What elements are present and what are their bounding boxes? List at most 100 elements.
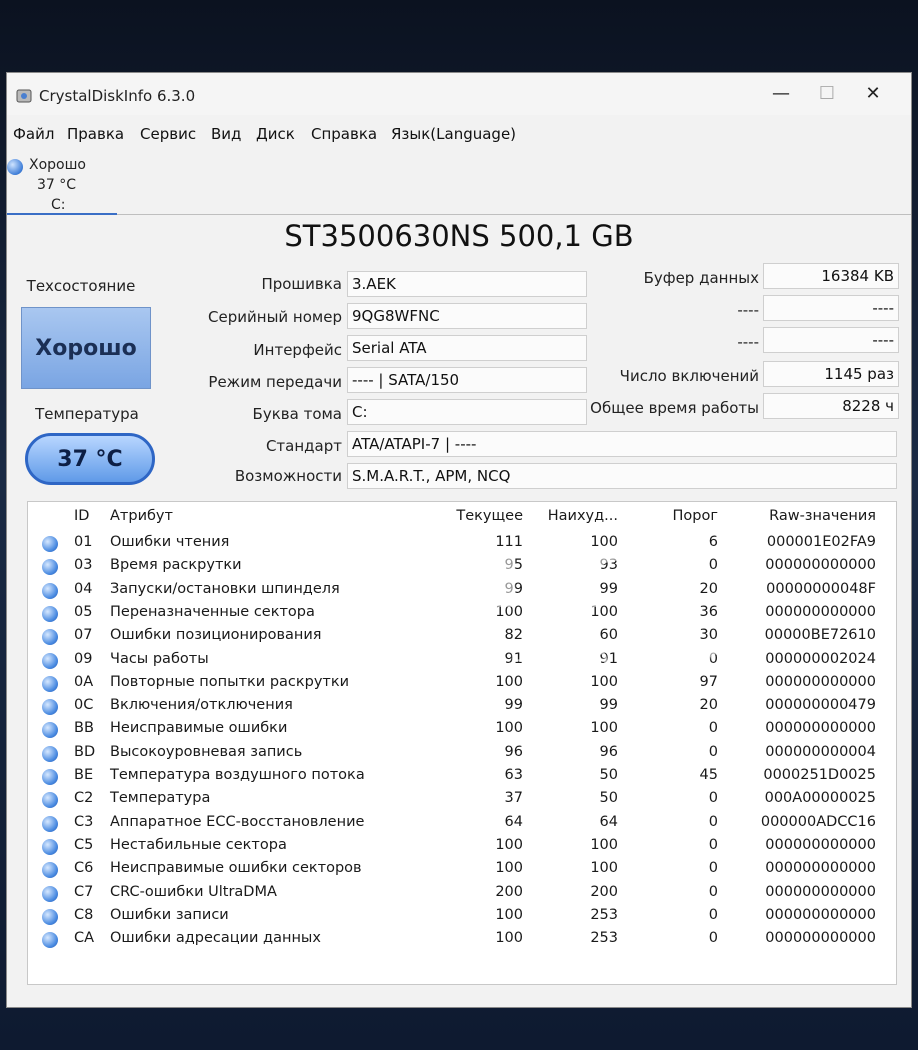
menu-edit[interactable]: Правка: [67, 125, 124, 143]
table-row[interactable]: BE Температура воздушного потока 63 50 45 000…: [28, 765, 896, 788]
cell-current: 63: [504, 767, 523, 783]
cell-attribute: Ошибки адресации данных: [110, 930, 321, 947]
features-value: S.M.A.R.T., APM, NCQ: [347, 463, 897, 489]
firmware-value: 3.AEK: [347, 271, 587, 297]
col-header-raw[interactable]: Raw-значения: [746, 508, 876, 524]
maximize-button[interactable]: ☐: [805, 79, 849, 109]
blank-label-1: ----: [737, 301, 759, 319]
status-dot-icon: [42, 722, 58, 739]
status-dot-icon: [42, 885, 58, 902]
cell-id: BD: [74, 743, 96, 760]
cell-id: 05: [74, 603, 93, 620]
temperature-value[interactable]: 37 °C: [25, 433, 155, 485]
volume-letter-label: Буква тома: [252, 405, 342, 423]
table-row[interactable]: C2 Температура 37 50 0 000A00000025: [28, 788, 896, 811]
menu-service[interactable]: Сервис: [140, 125, 196, 143]
menu-view[interactable]: Вид: [211, 125, 241, 143]
cell-raw: 00000000048F: [766, 580, 876, 597]
cell-raw: 00000BE72610: [764, 627, 876, 644]
cell-raw: 0000251D0025: [763, 767, 876, 783]
cell-raw: 000A00000025: [764, 790, 876, 807]
cell-current: 100: [495, 860, 523, 877]
table-row[interactable]: CA Ошибки адресации данных 100 253 0 00000000…: [28, 928, 896, 951]
menu-bar: Файл Правка Сервис Вид Диск Справка Язык…: [7, 121, 911, 147]
cell-id: 0C: [74, 697, 94, 714]
health-label: Техсостояние: [26, 277, 136, 295]
cell-threshold: 0: [708, 720, 718, 737]
cell-attribute: Неисправимые ошибки: [110, 720, 288, 737]
table-row[interactable]: BB Неисправимые ошибки 100 100 0 000000000000: [28, 718, 896, 741]
cell-id: C6: [74, 860, 94, 877]
app-icon: [16, 89, 32, 103]
col-header-attribute[interactable]: Атрибут: [110, 508, 173, 524]
disk-tab[interactable]: Хорошо 37 °C C:: [7, 153, 117, 215]
transfer-mode-label: Режим передачи: [208, 373, 342, 391]
interface-value: Serial ATA: [347, 335, 587, 361]
disk-tab-temp: 37 °C: [37, 177, 77, 193]
cell-id: 07: [74, 627, 93, 644]
cell-worst: 64: [599, 813, 618, 830]
menu-help[interactable]: Справка: [311, 125, 377, 143]
serial-value: 9QG8WFNC: [347, 303, 587, 329]
status-dot-icon: [42, 745, 58, 762]
cell-threshold: 0: [708, 836, 718, 853]
cell-threshold: 0: [708, 743, 718, 760]
table-row[interactable]: C8 Ошибки записи 100 253 0 000000000000: [28, 905, 896, 928]
status-dot-icon: [42, 769, 58, 785]
blank-label-2: ----: [737, 333, 759, 351]
health-status-button[interactable]: Хорошо: [21, 307, 151, 389]
status-dot-icon: [42, 582, 58, 599]
cell-attribute: Температура воздушного потока: [110, 767, 365, 783]
status-dot-icon: [42, 932, 58, 949]
cell-attribute: Ошибки позиционирования: [110, 627, 322, 644]
cell-id: 03: [74, 557, 93, 574]
cell-attribute: Неисправимые ошибки секторов: [110, 860, 362, 877]
power-hours-value: 8228 ч: [763, 393, 899, 419]
table-row[interactable]: C7 CRC-ошибки UltraDMA 200 200 0 000000000000: [28, 882, 896, 905]
menu-file[interactable]: Файл: [13, 125, 54, 143]
cell-raw: 000000000000: [765, 673, 876, 690]
cell-attribute: Температура: [110, 790, 211, 807]
cell-id: 0A: [74, 673, 94, 690]
cell-worst: 253: [590, 930, 618, 947]
cell-attribute: Переназначенные сектора: [110, 603, 315, 620]
status-dot-icon: [42, 652, 58, 669]
minimize-button[interactable]: —: [759, 79, 803, 109]
cell-attribute: Ошибки чтения: [110, 534, 230, 550]
cell-threshold: 0: [708, 883, 718, 900]
features-label: Возможности: [234, 467, 342, 485]
table-row[interactable]: C5 Нестабильные сектора 100 100 0 00000000000…: [28, 835, 896, 858]
firmware-label: Прошивка: [261, 275, 342, 293]
cell-worst: 200: [590, 883, 618, 900]
cell-attribute: Включения/отключения: [110, 697, 293, 714]
cell-current: 100: [495, 836, 523, 853]
status-dot-icon: [42, 699, 58, 716]
cell-attribute: Нестабильные сектора: [110, 836, 287, 853]
cell-raw: 000000000000: [765, 603, 876, 620]
cell-id: C2: [74, 790, 94, 807]
cell-current: 100: [495, 720, 523, 737]
col-header-id[interactable]: ID: [74, 508, 89, 524]
menu-language[interactable]: Язык(Language): [391, 125, 516, 143]
cell-id: BE: [74, 767, 94, 783]
cell-threshold: 0: [708, 860, 718, 877]
menu-disk[interactable]: Диск: [256, 125, 295, 143]
title-bar[interactable]: CrystalDiskInfo 6.3.0 — ☐ ✕: [7, 73, 911, 115]
cell-current: 100: [495, 906, 523, 923]
table-row[interactable]: C6 Неисправимые ошибки секторов 100 100 0 000…: [28, 858, 896, 881]
table-row[interactable]: 0C Включения/отключения 99 99 20 000000000479: [28, 695, 896, 718]
cell-id: C7: [74, 883, 94, 900]
cell-id: C5: [74, 836, 94, 853]
cell-worst: 99: [599, 697, 618, 714]
cell-raw: 000000000004: [765, 743, 876, 760]
close-button[interactable]: ✕: [851, 79, 895, 109]
cell-worst: 50: [599, 790, 618, 807]
cell-worst: 50: [599, 767, 618, 783]
interface-label: Интерфейс: [253, 341, 342, 359]
cell-raw: 000000000000: [765, 906, 876, 923]
cell-raw: 000000000479: [765, 697, 876, 714]
blank-value-2: ----: [763, 327, 899, 353]
table-row[interactable]: BD Высокоуровневая запись 96 96 0 00000000000…: [28, 742, 896, 765]
table-row[interactable]: C3 Аппаратное ECC-восстановление 64 64 0 0000…: [28, 812, 896, 835]
cell-attribute: Аппаратное ECC-восстановление: [110, 813, 365, 830]
